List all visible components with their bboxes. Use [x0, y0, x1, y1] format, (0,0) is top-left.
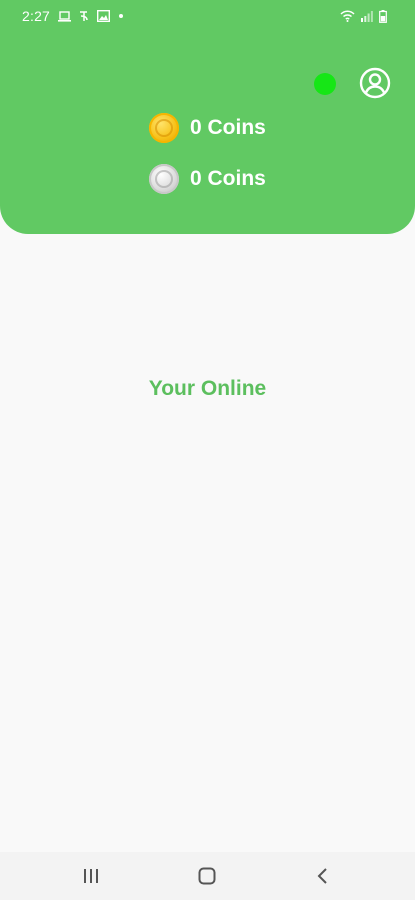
app-notification-icon: [80, 11, 88, 21]
system-icons: [340, 9, 387, 23]
silver-coin-icon: [149, 164, 179, 194]
wifi-icon: [340, 10, 355, 22]
battery-icon: [379, 9, 387, 23]
system-nav-bar: [0, 852, 415, 900]
home-icon[interactable]: [195, 864, 219, 888]
profile-icon[interactable]: [359, 67, 391, 99]
laptop-icon: [58, 10, 71, 22]
back-icon[interactable]: [311, 864, 335, 888]
silver-coins-text: 0 Coins: [190, 167, 266, 190]
signal-icon: [361, 11, 373, 22]
gold-coins-balance: 0 Coins: [149, 112, 266, 144]
status-time: 2:27: [22, 8, 51, 24]
gold-coin-icon: [149, 113, 179, 143]
dot-icon: [119, 14, 123, 18]
status-bar: 2:27: [0, 0, 415, 34]
notification-icons: [58, 9, 124, 23]
silver-coins-balance: 0 Coins: [149, 163, 266, 195]
recents-icon[interactable]: [79, 864, 103, 888]
online-indicator: [314, 73, 336, 95]
online-status-message: Your Online: [148, 377, 267, 400]
image-icon: [97, 10, 110, 22]
gold-coins-text: 0 Coins: [190, 116, 266, 139]
